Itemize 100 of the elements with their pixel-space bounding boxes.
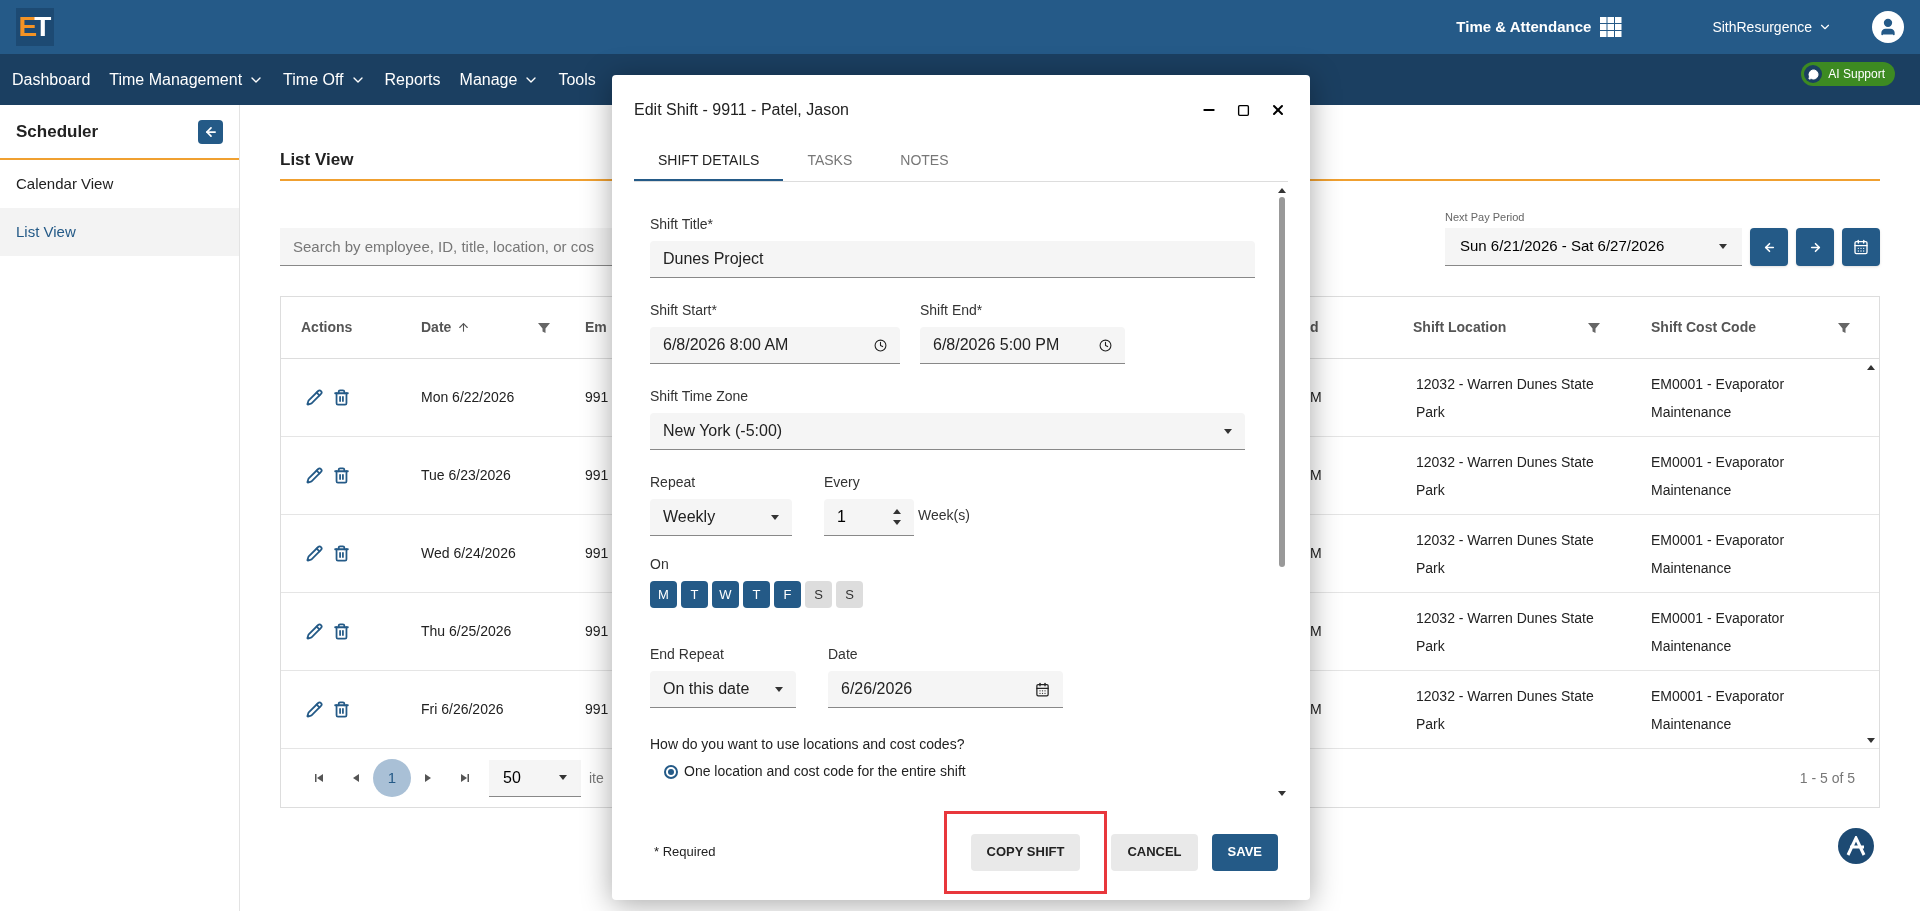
end-repeat-select[interactable]: On this date [650, 671, 796, 708]
repeat-select[interactable]: Weekly [650, 499, 792, 536]
sidebar-item[interactable]: List View [0, 208, 239, 256]
sidebar-item[interactable]: Calendar View [0, 160, 239, 208]
dialog-tab[interactable]: SHIFT DETAILS [634, 141, 784, 181]
calendar-icon[interactable] [1035, 681, 1050, 697]
weekday-toggle[interactable]: S [805, 581, 832, 608]
close-icon[interactable] [1270, 102, 1286, 118]
scroll-down-icon[interactable] [1278, 791, 1286, 796]
page-size-select[interactable]: 50 [489, 759, 581, 797]
scroll-up-icon[interactable] [1867, 365, 1875, 370]
edit-icon[interactable] [306, 467, 323, 484]
pay-period-select[interactable]: Sun 6/21/2026 - Sat 6/27/2026 [1445, 228, 1742, 266]
end-date-field[interactable]: 6/26/2026 [828, 671, 1063, 708]
column-header[interactable]: Em [585, 307, 607, 348]
table-cell-text: Tue 6/23/2026 [420, 466, 512, 485]
nav-item[interactable]: Time Off [283, 67, 366, 92]
dialog-button[interactable]: COPY SHIFT [970, 833, 1081, 871]
app-title[interactable]: Time & Attendance [1456, 15, 1592, 39]
nav-item[interactable]: Time Management [109, 67, 265, 92]
delete-icon[interactable] [333, 623, 350, 640]
page-button[interactable]: 1 [373, 759, 411, 797]
filter-icon[interactable] [1587, 320, 1601, 335]
calendar-icon[interactable] [1853, 239, 1869, 255]
caret-icon[interactable] [1719, 244, 1727, 249]
column-header[interactable]: d [1310, 307, 1319, 348]
weekday-toggle[interactable]: W [712, 581, 739, 608]
delete-icon[interactable] [333, 389, 350, 406]
edit-icon[interactable] [306, 389, 323, 406]
arrow-right-icon[interactable] [1808, 240, 1822, 254]
app-grid-icon[interactable] [1600, 17, 1623, 37]
column-header[interactable]: Actions [301, 307, 371, 348]
table-cell-text: EM0001 - Evaporator Maintenance [1650, 374, 1786, 422]
filter-icon[interactable] [1837, 320, 1851, 335]
weekday-toggle[interactable]: F [774, 581, 801, 608]
clock-icon[interactable] [1099, 338, 1112, 352]
avatar-icon[interactable] [1872, 11, 1904, 43]
caret-icon[interactable] [1224, 428, 1232, 434]
scroll-down-icon[interactable] [1867, 738, 1875, 743]
shift-end-field[interactable]: 6/8/2026 5:00 PM [920, 327, 1125, 364]
arrow-left-icon[interactable] [1762, 240, 1776, 254]
weekday-toggle[interactable]: M [650, 581, 677, 608]
field-label: On [650, 555, 670, 574]
nav-item[interactable]: Dashboard [12, 67, 91, 92]
radio-button[interactable] [664, 764, 678, 779]
previous-period-button[interactable] [1750, 228, 1788, 266]
dialog-button[interactable]: CANCEL [1111, 833, 1198, 871]
every-number-field[interactable]: 1 [824, 499, 914, 536]
next-page-icon[interactable] [425, 774, 431, 782]
table-cell-text: 991 [585, 466, 609, 485]
nav-item[interactable]: Reports [384, 67, 441, 92]
delete-icon[interactable] [333, 467, 350, 484]
first-page-icon[interactable] [315, 774, 323, 782]
next-period-button[interactable] [1796, 228, 1834, 266]
table-cell-text: 991 [585, 622, 609, 641]
chat-icon [1807, 68, 1819, 80]
weekday-toggle[interactable]: T [743, 581, 770, 608]
caret-icon[interactable] [559, 775, 567, 780]
edit-icon[interactable] [306, 701, 323, 718]
column-header[interactable]: Date [421, 307, 551, 348]
dialog-tab[interactable]: TASKS [783, 141, 877, 181]
weekday-toggle[interactable]: S [836, 581, 863, 608]
table-cell-text: 991 [585, 544, 609, 563]
previous-page-icon[interactable] [353, 774, 359, 782]
nav-item[interactable]: Manage [459, 67, 540, 92]
decrement-icon[interactable] [893, 520, 901, 525]
increment-icon[interactable] [893, 509, 901, 514]
maximize-icon[interactable] [1237, 103, 1250, 117]
calendar-button[interactable] [1842, 228, 1880, 266]
user-menu[interactable]: SithResurgence [1712, 16, 1832, 38]
edit-icon[interactable] [306, 545, 323, 562]
table-cell-text: 12032 - Warren Dunes State Park [1415, 608, 1595, 656]
sort-arrow-icon[interactable] [457, 321, 471, 334]
column-header[interactable]: Shift Location [1413, 307, 1601, 348]
nav-item[interactable]: Tools [558, 67, 596, 92]
table-cell-text: Mon 6/22/2026 [420, 388, 516, 407]
delete-icon[interactable] [333, 545, 350, 562]
delete-icon[interactable] [333, 701, 350, 718]
weekday-toggle[interactable]: T [681, 581, 708, 608]
caret-icon[interactable] [771, 514, 779, 520]
column-header[interactable]: Shift Cost Code [1651, 307, 1851, 348]
dialog-title: Edit Shift - 9911 - Patel, Jason [634, 100, 849, 120]
last-page-icon[interactable] [461, 774, 469, 782]
scroll-up-icon[interactable] [1278, 188, 1286, 193]
field-label: Shift End* [920, 301, 984, 320]
collapse-icon[interactable] [198, 119, 223, 144]
edit-icon[interactable] [306, 623, 323, 640]
assistant-logo-icon[interactable] [1838, 828, 1874, 864]
filter-icon[interactable] [537, 320, 551, 335]
shift-start-field[interactable]: 6/8/2026 8:00 AM [650, 327, 900, 364]
dialog-tab[interactable]: NOTES [876, 141, 973, 181]
dialog-button[interactable]: SAVE [1211, 833, 1278, 871]
search-field[interactable]: Search by employee, ID, title, location, or cos [280, 228, 612, 266]
logo[interactable]: ET [16, 8, 54, 46]
time-zone-select[interactable]: New York (-5:00) [650, 413, 1245, 450]
shift-title-field[interactable]: Dunes Project [650, 241, 1255, 278]
ai-support-button[interactable]: AI Support [1801, 62, 1895, 86]
scrollbar[interactable] [1276, 188, 1288, 796]
caret-icon[interactable] [775, 686, 783, 692]
clock-icon[interactable] [874, 338, 887, 352]
